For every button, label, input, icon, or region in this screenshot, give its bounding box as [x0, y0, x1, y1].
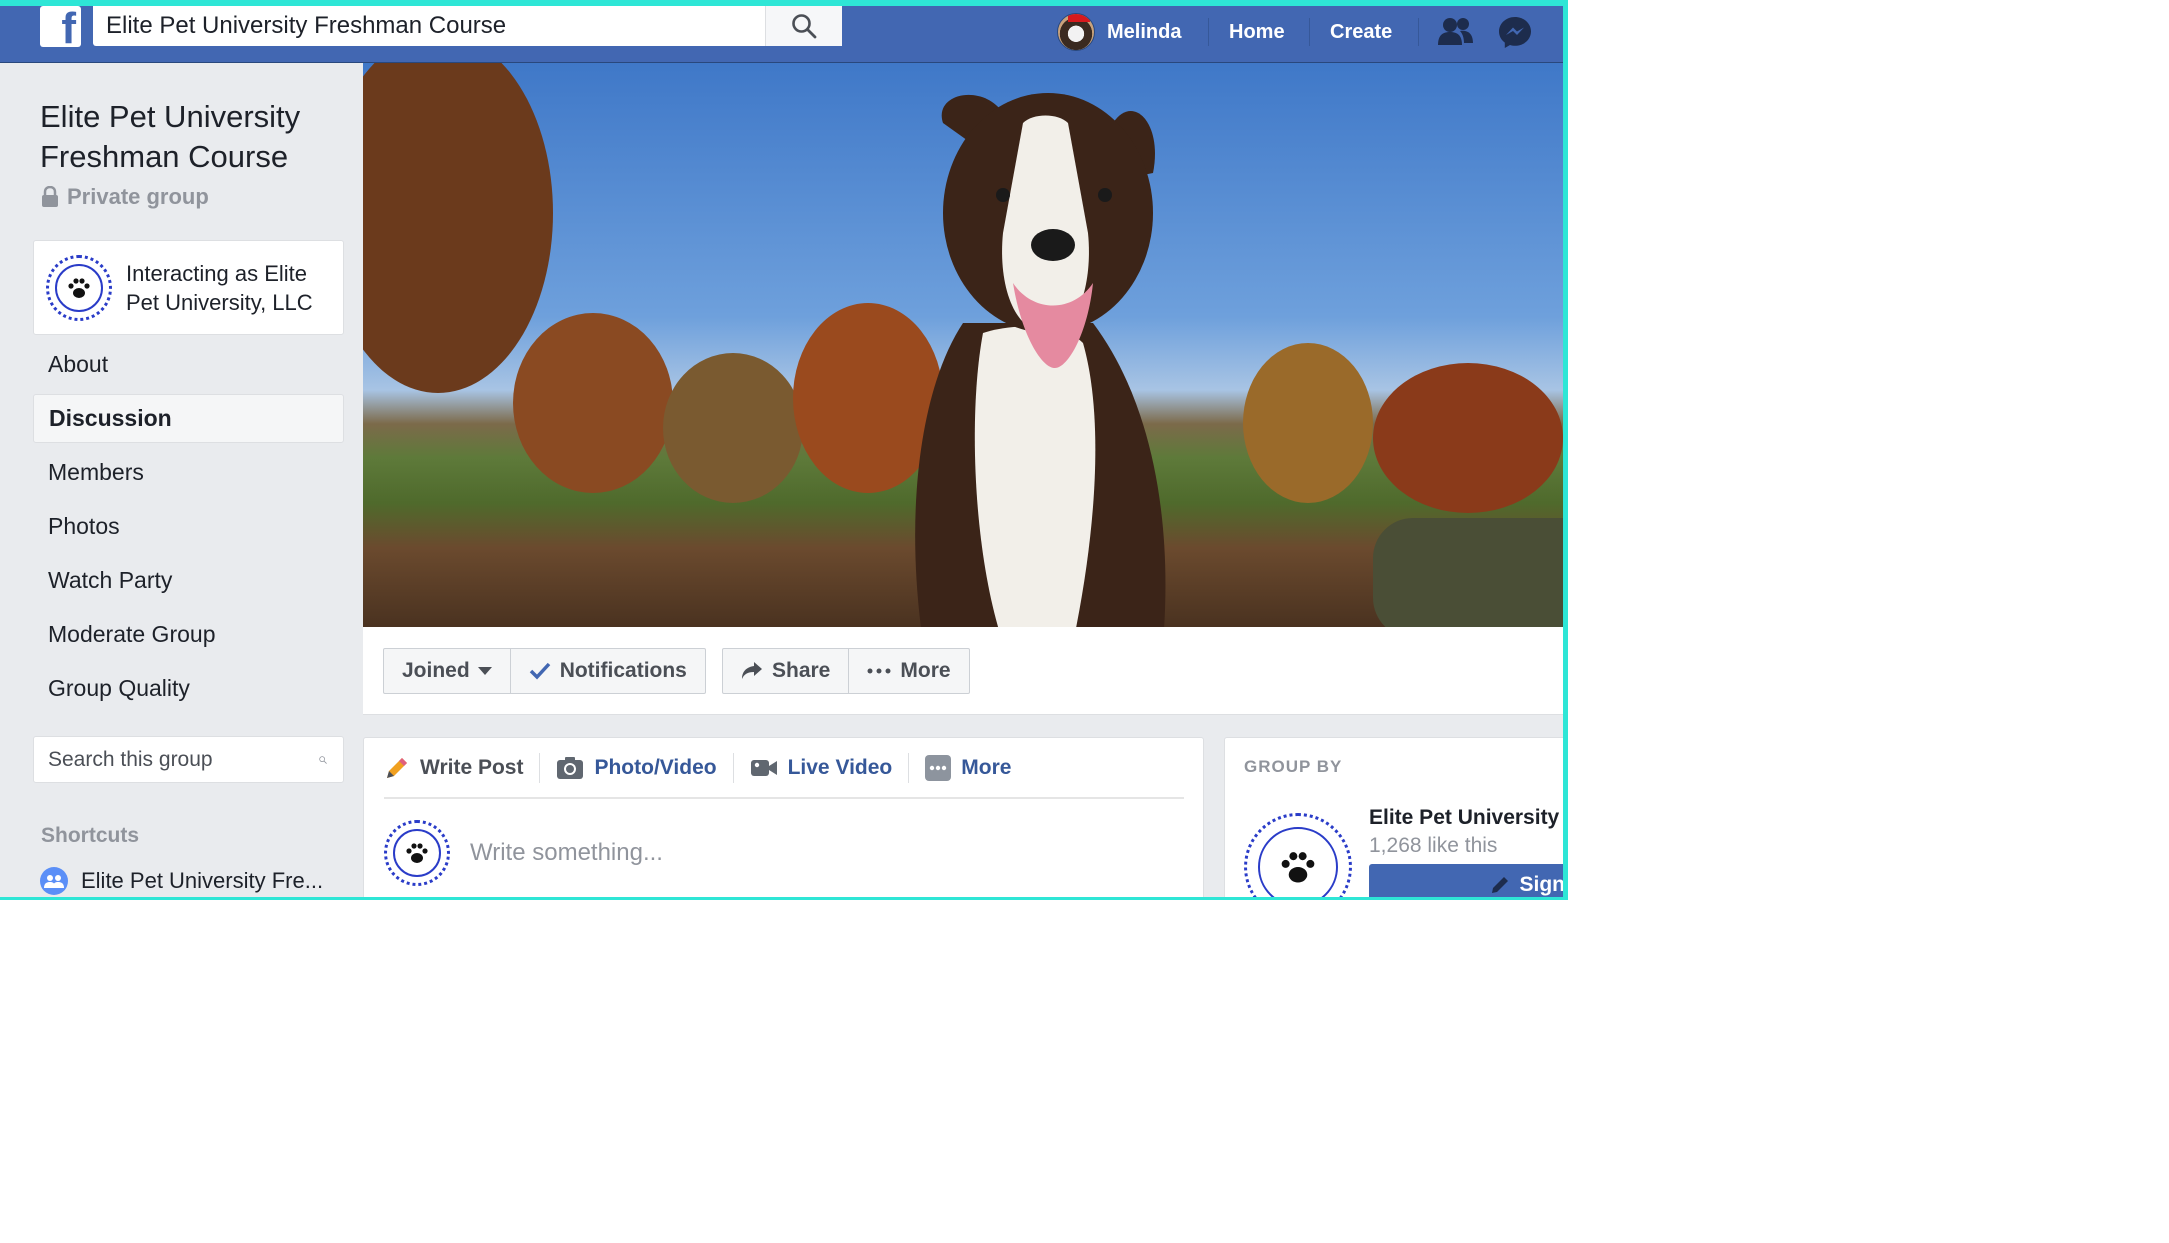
page-logo-avatar	[384, 820, 450, 886]
write-row	[384, 820, 1070, 886]
nav-divider	[1208, 18, 1209, 46]
composer-tabs: Write Post Photo/Video Live Video More	[384, 738, 1184, 799]
sidebar-item-group-quality[interactable]: Group Quality	[33, 664, 344, 713]
more-button[interactable]: More	[848, 649, 968, 693]
sidebar-item-about[interactable]: About	[33, 340, 344, 389]
cover-tree	[663, 353, 803, 503]
friend-requests-button[interactable]	[1438, 6, 1474, 58]
friends-icon	[1438, 18, 1473, 45]
group-icon	[40, 867, 68, 895]
sidebar-item-watch-party[interactable]: Watch Party	[33, 556, 344, 605]
facebook-logo[interactable]: f	[40, 6, 81, 53]
create-link[interactable]: Create	[1330, 6, 1392, 58]
video-camera-icon	[750, 759, 777, 776]
joined-label: Joined	[402, 659, 470, 682]
tab-photo-video[interactable]: Photo/Video	[556, 752, 734, 783]
home-link[interactable]: Home	[1229, 6, 1285, 58]
cover-tree	[513, 313, 673, 493]
group-action-bar: Joined Notifications Share More	[363, 627, 1563, 715]
nav-divider	[1309, 18, 1310, 46]
share-more-button-group: Share More	[722, 648, 970, 694]
interacting-as-card[interactable]: Interacting as Elite Pet University, LLC	[33, 240, 344, 335]
share-button[interactable]: Share	[723, 649, 848, 693]
profile-name: Melinda	[1107, 20, 1182, 43]
more-label: More	[900, 659, 951, 682]
messenger-icon	[1499, 17, 1531, 48]
interacting-as-text: Interacting as Elite Pet University, LLC	[126, 260, 313, 315]
home-label: Home	[1229, 20, 1285, 43]
cover-tree	[1243, 343, 1373, 503]
pencil-icon	[1491, 877, 1508, 893]
logo-ring	[393, 829, 441, 877]
sidebar-item-members[interactable]: Members	[33, 448, 344, 497]
tab-live-video[interactable]: Live Video	[750, 752, 910, 783]
group-by-card: GROUP BY Elite Pet University 1,268 like…	[1224, 737, 1568, 897]
notifications-label: Notifications	[559, 659, 687, 682]
facebook-logo-letter: f	[61, 4, 76, 53]
cover-log	[1373, 518, 1563, 627]
logo-ring	[55, 263, 103, 312]
group-title[interactable]: Elite Pet University Freshman Course	[40, 97, 340, 177]
logo-ring	[1258, 827, 1338, 897]
more-dots-icon	[867, 668, 891, 674]
page-likes-count: 1,268 like this	[1369, 834, 1498, 857]
create-label: Create	[1330, 20, 1393, 43]
sign-button[interactable]: Sign	[1369, 864, 1567, 897]
left-sidebar: Elite Pet University Freshman Course Pri…	[0, 63, 363, 897]
page-logo-avatar	[46, 254, 112, 321]
shortcut-label: Elite Pet University Fre...	[81, 868, 324, 893]
camera-icon	[557, 756, 584, 779]
membership-button-group: Joined Notifications	[383, 648, 706, 694]
notifications-button[interactable]: Notifications	[509, 649, 705, 693]
top-navigation-bar: f Melinda Home Create	[0, 6, 1568, 63]
group-by-heading: GROUP BY	[1244, 757, 1343, 776]
shortcuts-heading: Shortcuts	[41, 824, 140, 847]
write-post-label: Write Post	[420, 755, 524, 779]
search-button[interactable]	[765, 6, 842, 46]
privacy-text: Private group	[67, 184, 209, 209]
group-cover-photo[interactable]	[363, 63, 1563, 627]
group-nav-list: About Discussion Members Photos Watch Pa…	[33, 340, 344, 718]
caret-down-icon	[477, 666, 492, 675]
cover-tree	[363, 63, 553, 393]
global-search	[93, 6, 842, 46]
tab-more[interactable]: More	[925, 753, 1027, 783]
messenger-button[interactable]	[1498, 6, 1532, 58]
search-icon	[792, 14, 817, 39]
frame-edge	[1563, 6, 1568, 897]
cover-dog-illustration	[915, 93, 1166, 627]
lock-icon	[42, 186, 58, 207]
more-label: More	[961, 755, 1012, 779]
page-name-link[interactable]: Elite Pet University	[1369, 806, 1559, 830]
more-options-icon	[925, 754, 952, 781]
group-search	[33, 736, 344, 783]
nav-divider	[1418, 18, 1419, 46]
screenshot-frame: f Melinda Home Create	[0, 0, 1568, 900]
photo-video-label: Photo/Video	[594, 755, 717, 779]
profile-link[interactable]: Melinda	[1057, 6, 1181, 58]
checkmark-icon	[529, 662, 550, 680]
share-label: Share	[772, 659, 831, 682]
page-logo[interactable]	[1244, 813, 1352, 897]
write-something-input[interactable]	[470, 839, 1070, 867]
cover-tree	[1373, 363, 1563, 513]
sidebar-item-photos[interactable]: Photos	[33, 502, 344, 551]
post-composer: Write Post Photo/Video Live Video More W…	[363, 737, 1204, 897]
group-search-input[interactable]	[34, 747, 319, 772]
tab-write-post[interactable]: Write Post	[384, 752, 541, 783]
share-arrow-icon	[742, 662, 762, 679]
joined-button[interactable]: Joined	[384, 649, 510, 693]
sidebar-item-moderate-group[interactable]: Moderate Group	[33, 610, 344, 659]
search-icon[interactable]	[319, 748, 327, 772]
privacy-label: Private group	[41, 184, 209, 210]
live-video-label: Live Video	[787, 755, 893, 779]
sidebar-item-discussion[interactable]: Discussion	[33, 394, 344, 443]
sign-label: Sign	[1519, 873, 1566, 896]
shortcut-item[interactable]: Elite Pet University Fre...	[40, 867, 323, 895]
pencil-icon	[387, 757, 407, 778]
profile-avatar	[1057, 13, 1095, 51]
global-search-input[interactable]	[93, 6, 765, 46]
